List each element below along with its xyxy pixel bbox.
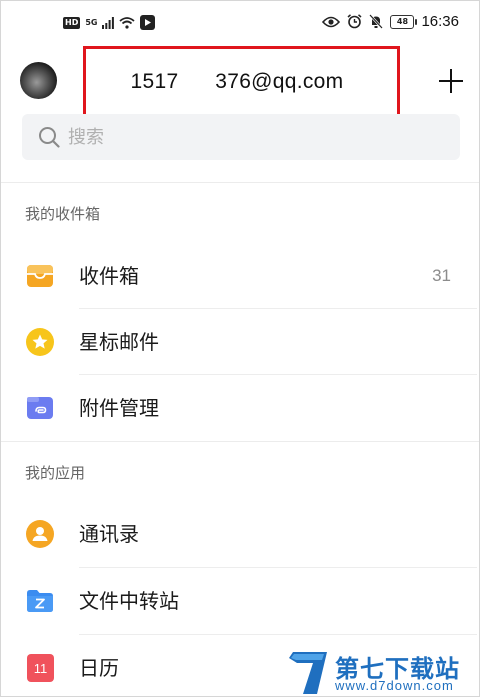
app-screen: HD 5G 48 16:36 1517 376@qq.com 搜索 我的收件箱 …	[0, 0, 480, 697]
status-right: 48 16:36	[322, 13, 459, 30]
sidebar-item-inbox[interactable]: 收件箱 31	[1, 243, 479, 309]
hd-badge: HD	[63, 16, 81, 29]
sidebar-item-attachments[interactable]: 附件管理	[1, 375, 479, 441]
search-bar[interactable]	[22, 114, 460, 160]
search-input[interactable]	[68, 114, 438, 160]
network-5g-label: 5G	[85, 17, 98, 27]
attachments-label: 附件管理	[79, 396, 159, 420]
section-title-inbox: 我的收件箱	[25, 205, 101, 223]
file-transfer-label: 文件中转站	[79, 589, 179, 613]
watermark: 第七下载站 www.d7down.com	[287, 646, 479, 696]
sidebar-item-starred[interactable]: 星标邮件	[1, 309, 479, 375]
calendar-icon: 11	[27, 654, 54, 682]
inbox-icon	[27, 265, 53, 287]
watermark-url: www.d7down.com	[335, 678, 454, 693]
plus-icon[interactable]	[439, 69, 463, 93]
search-icon	[39, 127, 60, 148]
calendar-label: 日历	[79, 656, 119, 680]
divider	[1, 441, 479, 442]
wifi-icon	[119, 16, 136, 29]
attachment-icon	[27, 397, 53, 419]
status-left: HD 5G	[63, 15, 156, 30]
sidebar-item-contacts[interactable]: 通讯录	[1, 501, 479, 567]
inbox-label: 收件箱	[79, 264, 139, 288]
star-icon	[26, 328, 54, 356]
inbox-count: 31	[432, 266, 451, 285]
battery-icon: 48	[390, 14, 418, 29]
sidebar-item-file-transfer[interactable]: 文件中转站	[1, 568, 479, 634]
section-title-apps: 我的应用	[25, 464, 86, 482]
app-notification-icon	[140, 15, 156, 30]
signal-icon	[102, 16, 115, 29]
eye-icon	[322, 16, 341, 27]
divider	[1, 182, 479, 183]
avatar[interactable]	[20, 62, 57, 99]
contacts-icon	[26, 520, 54, 548]
status-time: 16:36	[421, 13, 459, 30]
status-bar: HD 5G 48 16:36	[1, 1, 479, 41]
starred-label: 星标邮件	[79, 330, 159, 354]
folder-icon	[27, 590, 53, 612]
mute-bell-icon	[369, 14, 384, 29]
alarm-icon	[347, 14, 362, 29]
watermark-logo-icon	[289, 652, 327, 694]
contacts-label: 通讯录	[79, 522, 139, 546]
